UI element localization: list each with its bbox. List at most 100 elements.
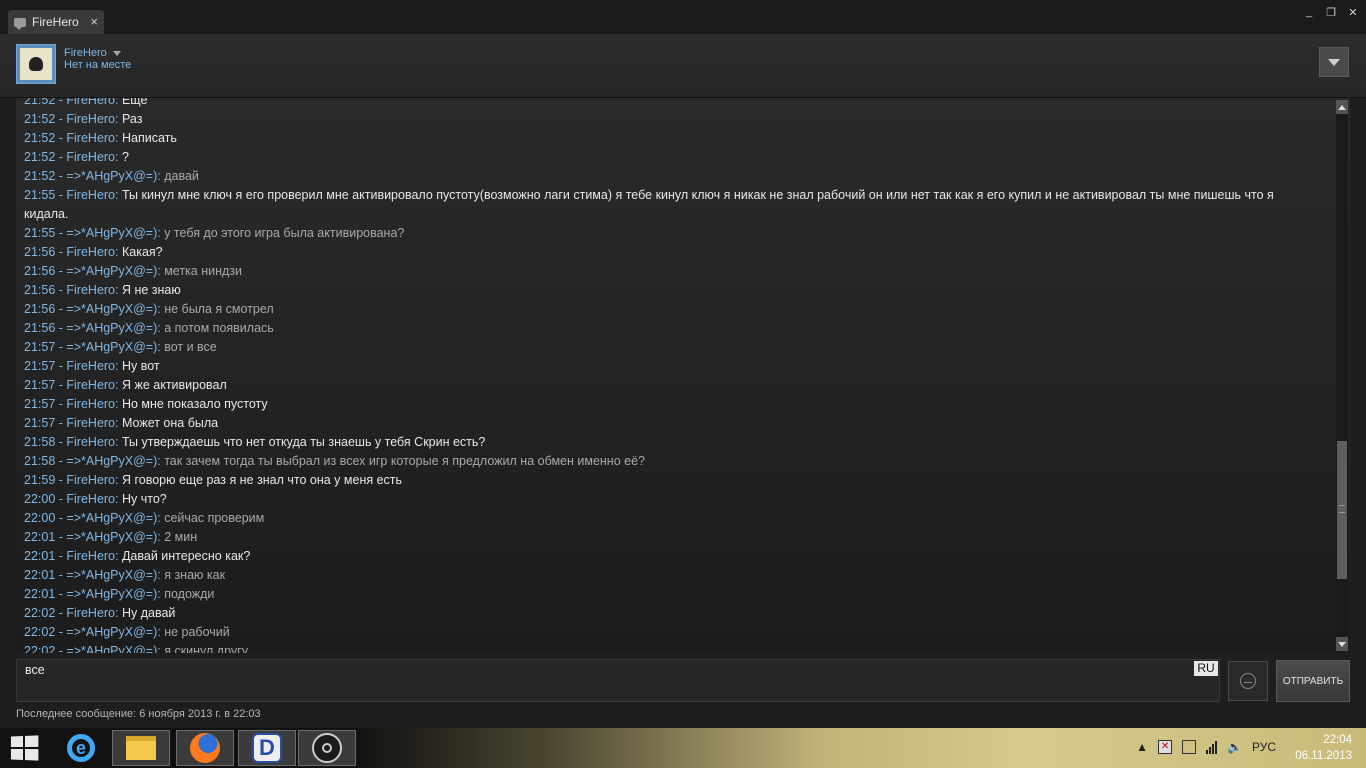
message-input[interactable]: все (16, 659, 1220, 702)
message-text: я скинул другу (164, 644, 248, 653)
minimize-button[interactable]: _ (1302, 6, 1316, 19)
message-time: 22:01 (24, 530, 56, 544)
power-icon[interactable] (1182, 740, 1197, 754)
action-center-flag-icon[interactable]: ✕ (1158, 740, 1173, 754)
message-author[interactable]: =>*AHgPyX@=) (66, 511, 157, 525)
message-author[interactable]: FireHero (66, 397, 115, 411)
message-author[interactable]: =>*AHgPyX@=) (66, 587, 157, 601)
message-time: 22:01 (24, 587, 56, 601)
message-author[interactable]: FireHero (66, 606, 115, 620)
chat-message: 22:00 - FireHero: Ну что? (24, 492, 167, 506)
taskbar-app-dpad[interactable]: D (238, 730, 296, 766)
scroll-thumb[interactable] (1337, 441, 1347, 580)
chat-message: 22:02 - =>*AHgPyX@=): не рабочий (24, 625, 230, 639)
window-controls: _ ❐ ✕ (1302, 6, 1360, 19)
message-text: Ну что? (121, 492, 167, 506)
chat-tab[interactable]: FireHero × (8, 10, 104, 34)
windows-start-icon[interactable] (10, 735, 39, 761)
message-author[interactable]: =>*AHgPyX@=) (66, 169, 157, 183)
chat-message: 21:58 - =>*AHgPyX@=): так зачем тогда ты… (24, 454, 645, 468)
message-author[interactable]: FireHero (66, 245, 115, 259)
taskbar: e D ▲ ✕ 🔈 РУС 22:04 06.11.2013 (0, 728, 1366, 768)
chat-message: 22:00 - =>*AHgPyX@=): сейчас проверим (24, 511, 265, 525)
message-author[interactable]: FireHero (66, 549, 115, 563)
send-button[interactable]: ОТПРАВИТЬ (1276, 660, 1350, 702)
message-author[interactable]: FireHero (66, 150, 115, 164)
taskbar-app-file-explorer[interactable] (112, 730, 170, 766)
message-time: 22:02 (24, 625, 56, 639)
header-dropdown-button[interactable] (1319, 47, 1349, 77)
message-author[interactable]: FireHero (66, 378, 115, 392)
chat-message: 21:56 - =>*AHgPyX@=): не была я смотрел (24, 302, 274, 316)
emoticon-icon (1240, 673, 1256, 689)
chat-message: 21:52 - FireHero: Еще (24, 98, 1314, 110)
chat-message: 21:59 - FireHero: Я говорю еще раз я не … (24, 473, 403, 487)
chat-log[interactable]: 21:52 - FireHero: Еще 21:52 - FireHero: Р… (16, 98, 1350, 653)
message-author[interactable]: FireHero (66, 435, 115, 449)
close-window-button[interactable]: ✕ (1346, 6, 1360, 19)
message-author[interactable]: =>*AHgPyX@=) (66, 340, 157, 354)
scroll-down-button[interactable] (1336, 637, 1348, 651)
chat-bubble-icon (14, 17, 26, 30)
message-text: сейчас проверим (164, 511, 265, 525)
avatar[interactable] (16, 44, 56, 84)
message-author[interactable]: =>*AHgPyX@=) (66, 644, 157, 653)
chat-message: 21:58 - FireHero: Ты утверждаешь что нет… (24, 435, 486, 449)
message-text: Может она была (121, 416, 219, 430)
message-author[interactable]: =>*AHgPyX@=) (66, 530, 157, 544)
message-author[interactable]: FireHero (66, 131, 115, 145)
network-signal-icon[interactable] (1206, 740, 1218, 754)
message-author[interactable]: =>*AHgPyX@=) (66, 568, 157, 582)
message-author[interactable]: FireHero (66, 416, 115, 430)
chat-scrollbar[interactable] (1336, 100, 1348, 651)
input-language-tray[interactable]: РУС (1252, 740, 1276, 754)
message-author[interactable]: FireHero (66, 473, 115, 487)
taskbar-app-internet-explorer[interactable]: e (52, 730, 110, 766)
chat-message: 21:56 - FireHero: Какая? (24, 245, 163, 259)
message-text: не была я смотрел (164, 302, 274, 316)
chat-message: 22:01 - =>*AHgPyX@=): 2 мин (24, 530, 198, 544)
message-time: 21:58 (24, 435, 56, 449)
message-text: Ну вот (121, 359, 160, 373)
message-author[interactable]: =>*AHgPyX@=) (66, 454, 157, 468)
message-author[interactable]: FireHero (66, 112, 115, 126)
steam-icon (312, 733, 342, 763)
message-time: 21:55 (24, 188, 56, 202)
chat-message: 21:57 - FireHero: Может она была (24, 416, 219, 430)
taskbar-clock[interactable]: 22:04 06.11.2013 (1295, 732, 1352, 764)
chevron-down-icon[interactable] (112, 50, 121, 56)
message-author[interactable]: FireHero (66, 492, 115, 506)
message-time: 22:01 (24, 549, 56, 563)
message-author[interactable]: =>*AHgPyX@=) (66, 226, 157, 240)
taskbar-app-steam[interactable] (298, 730, 356, 766)
message-text: у тебя до этого игра была активирована? (164, 226, 405, 240)
message-author[interactable]: FireHero (66, 188, 115, 202)
message-author[interactable]: =>*AHgPyX@=) (66, 264, 157, 278)
chevron-down-icon (1328, 58, 1340, 66)
message-text: 2 мин (164, 530, 198, 544)
message-author[interactable]: FireHero (66, 359, 115, 373)
restore-button[interactable]: ❐ (1324, 6, 1338, 19)
tray-expand-icon[interactable]: ▲ (1136, 740, 1148, 754)
message-text: Я говорю еще раз я не знал что она у мен… (121, 473, 403, 487)
emoticon-button[interactable] (1228, 661, 1268, 701)
message-author[interactable]: =>*AHgPyX@=) (66, 321, 157, 335)
message-text: Ну давай (121, 606, 176, 620)
message-time: 21:52 (24, 169, 56, 183)
message-author[interactable]: =>*AHgPyX@=) (66, 625, 157, 639)
friend-name[interactable]: FireHero (64, 47, 121, 59)
scroll-up-button[interactable] (1336, 100, 1348, 114)
window-titlebar: FireHero × _ ❐ ✕ (0, 0, 1366, 34)
message-time: 21:59 (24, 473, 56, 487)
message-author[interactable]: FireHero (66, 283, 115, 297)
message-text: Еще (121, 98, 148, 107)
message-text: я знаю как (164, 568, 226, 582)
message-time: 21:56 (24, 302, 56, 316)
taskbar-app-firefox[interactable] (176, 730, 234, 766)
tab-close-button[interactable]: × (90, 14, 98, 29)
volume-icon[interactable]: 🔈 (1227, 740, 1242, 754)
arrow-down-icon (1338, 641, 1346, 647)
firefox-icon (190, 733, 220, 763)
message-author[interactable]: =>*AHgPyX@=) (66, 302, 157, 316)
message-author[interactable]: FireHero (66, 98, 115, 107)
